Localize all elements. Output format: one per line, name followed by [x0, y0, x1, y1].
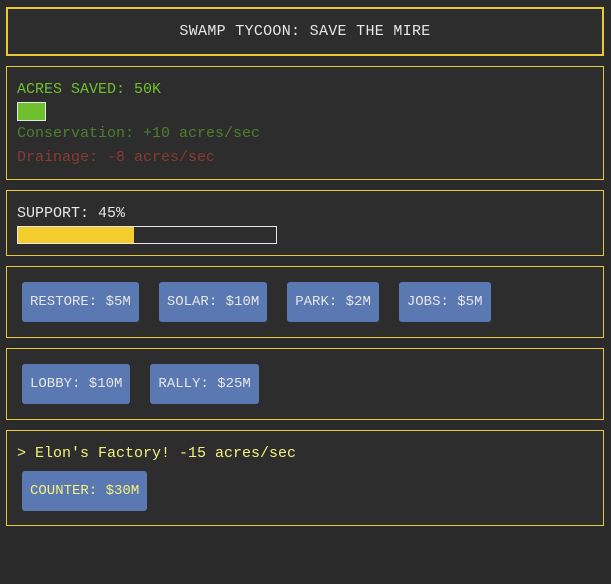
acres-saved-label: ACRES SAVED: 50K	[17, 81, 162, 98]
restore-button[interactable]: RESTORE: $5M	[22, 282, 139, 322]
drainage-rate: Drainage: -8 acres/sec	[17, 149, 216, 166]
event-message: > Elon's Factory! -15 acres/sec	[17, 445, 297, 462]
conservation-rate: Conservation: +10 acres/sec	[17, 125, 261, 142]
support-progress-bar	[17, 226, 277, 244]
event-panel: > Elon's Factory! -15 acres/sec COUNTER:…	[6, 430, 604, 526]
title-panel: SWAMP TYCOON: SAVE THE MIRE	[6, 7, 604, 56]
support-panel: SUPPORT: 45%	[6, 190, 604, 256]
actions-panel-secondary: LOBBY: $10M RALLY: $25M	[6, 348, 604, 420]
solar-button[interactable]: SOLAR: $10M	[158, 282, 268, 322]
counter-button[interactable]: COUNTER: $30M	[22, 471, 148, 511]
acres-panel: ACRES SAVED: 50K Conservation: +10 acres…	[6, 66, 604, 180]
support-label: SUPPORT: 45%	[17, 205, 126, 222]
park-button[interactable]: PARK: $2M	[287, 282, 379, 322]
rally-button[interactable]: RALLY: $25M	[150, 364, 259, 404]
acres-indicator-swatch	[17, 102, 46, 121]
support-progress-fill	[18, 227, 135, 243]
jobs-button[interactable]: JOBS: $5M	[398, 282, 491, 322]
game-title: SWAMP TYCOON: SAVE THE MIRE	[179, 23, 431, 40]
actions-panel-primary: RESTORE: $5M SOLAR: $10M PARK: $2M JOBS:…	[6, 266, 604, 338]
lobby-button[interactable]: LOBBY: $10M	[22, 364, 131, 404]
